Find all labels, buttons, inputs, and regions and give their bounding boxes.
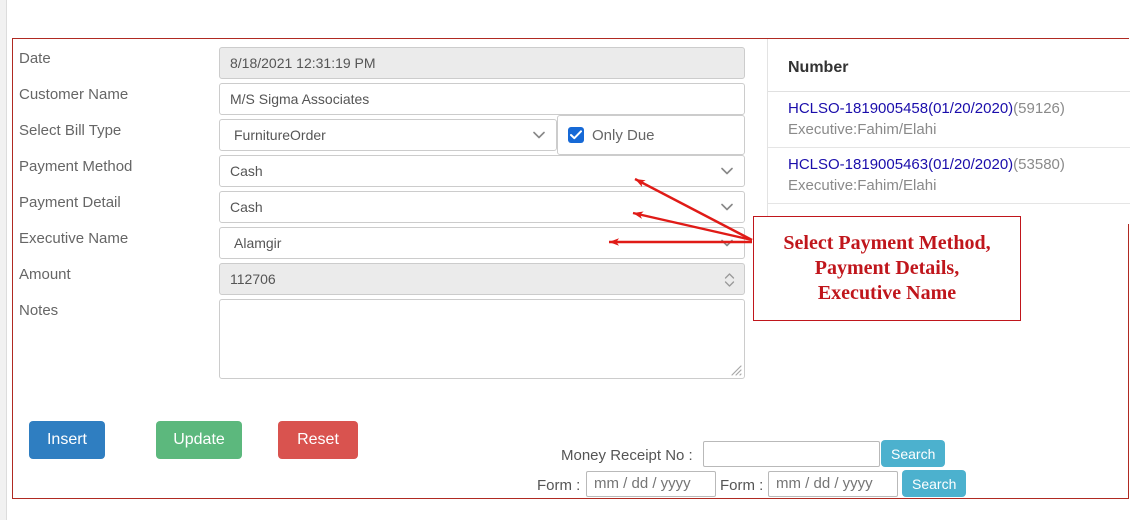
form-row-amount: Amount 112706 bbox=[13, 263, 765, 301]
notes-textarea[interactable] bbox=[219, 299, 745, 379]
list-item[interactable]: HCLSO-1819005463(01/20/2020)(53580) Exec… bbox=[768, 148, 1130, 204]
update-button[interactable]: Update bbox=[156, 421, 242, 459]
date-field[interactable]: 8/18/2021 12:31:19 PM bbox=[219, 47, 745, 79]
label-payment-detail: Payment Detail bbox=[19, 194, 121, 211]
label-select-bill-type: Select Bill Type bbox=[19, 122, 122, 139]
from-date-label-1: Form : bbox=[537, 477, 581, 494]
number-list-panel: Number HCLSO-1819005458(01/20/2020)(5912… bbox=[767, 39, 1130, 224]
label-notes: Notes bbox=[19, 302, 59, 319]
payment-detail-value: Cash bbox=[230, 199, 263, 215]
executive-name-select[interactable]: Alamgir bbox=[219, 227, 745, 259]
amount-input[interactable]: 112706 bbox=[219, 263, 745, 295]
annotation-line-3: Executive Name bbox=[817, 282, 957, 304]
only-due-checkbox[interactable] bbox=[568, 127, 584, 143]
executive-label: Executive:Fahim/Elahi bbox=[788, 177, 937, 194]
form-row-payment-detail: Payment Detail Cash bbox=[13, 191, 765, 229]
from-date-input-2[interactable]: mm / dd / yyyy bbox=[768, 471, 898, 497]
form-row-executive-name: Executive Name Alamgir bbox=[13, 227, 765, 265]
label-customer-name: Customer Name bbox=[19, 86, 129, 103]
executive-name-value: Alamgir bbox=[234, 235, 282, 251]
money-receipt-label: Money Receipt No : bbox=[561, 447, 693, 464]
form-row-date: Date 8/18/2021 12:31:19 PM bbox=[13, 47, 765, 85]
number-link[interactable]: HCLSO-1819005458(01/20/2020) bbox=[788, 100, 1013, 117]
form-row-payment-method: Payment Method Cash bbox=[13, 155, 765, 193]
page-left-edge bbox=[0, 0, 7, 520]
resize-handle-icon[interactable] bbox=[728, 362, 742, 376]
payment-method-select[interactable]: Cash bbox=[219, 155, 745, 187]
form-row-bill-type: Select Bill Type FurnitureOrder Only Due bbox=[13, 115, 765, 157]
label-payment-method: Payment Method bbox=[19, 158, 133, 175]
from-date-input-1[interactable]: mm / dd / yyyy bbox=[586, 471, 716, 497]
list-item[interactable]: HCLSO-1819005458(01/20/2020)(59126) Exec… bbox=[768, 92, 1130, 148]
money-receipt-panel: Date 8/18/2021 12:31:19 PM Customer Name… bbox=[12, 38, 1130, 499]
chevron-down-icon bbox=[532, 120, 546, 150]
annotation-callout: Select Payment Method, Payment Details, … bbox=[753, 216, 1021, 321]
annotation-line-2: Payment Details, bbox=[814, 257, 960, 279]
number-link[interactable]: HCLSO-1819005463(01/20/2020) bbox=[788, 156, 1013, 173]
only-due-cell[interactable]: Only Due bbox=[557, 115, 745, 155]
label-amount: Amount bbox=[19, 266, 71, 283]
money-receipt-search-button[interactable]: Search bbox=[881, 440, 946, 467]
chevron-down-icon bbox=[720, 228, 734, 258]
bill-type-value: FurnitureOrder bbox=[234, 127, 326, 143]
number-count: (53580) bbox=[1013, 156, 1065, 173]
payment-method-value: Cash bbox=[230, 163, 263, 179]
screenshot-root: Date 8/18/2021 12:31:19 PM Customer Name… bbox=[0, 0, 1130, 520]
executive-label: Executive:Fahim/Elahi bbox=[788, 121, 937, 138]
chevron-down-icon bbox=[720, 192, 734, 222]
label-date: Date bbox=[19, 50, 51, 67]
number-list-header: Number bbox=[768, 39, 1130, 92]
number-count: (59126) bbox=[1013, 100, 1065, 117]
annotation-text: Select Payment Method, Payment Details, … bbox=[783, 231, 990, 306]
insert-button[interactable]: Insert bbox=[29, 421, 105, 459]
number-column-header: Number bbox=[788, 59, 849, 76]
date-range-search-button[interactable]: Search bbox=[902, 470, 967, 497]
only-due-label: Only Due bbox=[592, 126, 655, 144]
payment-detail-select[interactable]: Cash bbox=[219, 191, 745, 223]
annotation-line-1: Select Payment Method, bbox=[783, 232, 991, 254]
reset-button[interactable]: Reset bbox=[278, 421, 358, 459]
bill-type-select[interactable]: FurnitureOrder bbox=[219, 119, 557, 151]
chevron-down-icon bbox=[720, 156, 734, 186]
number-stepper-icon[interactable] bbox=[722, 271, 736, 289]
customer-name-input[interactable]: M/S Sigma Associates bbox=[219, 83, 745, 115]
amount-value: 112706 bbox=[230, 271, 276, 287]
label-executive-name: Executive Name bbox=[19, 230, 129, 247]
from-date-label-2: Form : bbox=[720, 477, 764, 494]
money-receipt-input[interactable] bbox=[703, 441, 880, 467]
form-row-notes: Notes bbox=[13, 299, 765, 411]
